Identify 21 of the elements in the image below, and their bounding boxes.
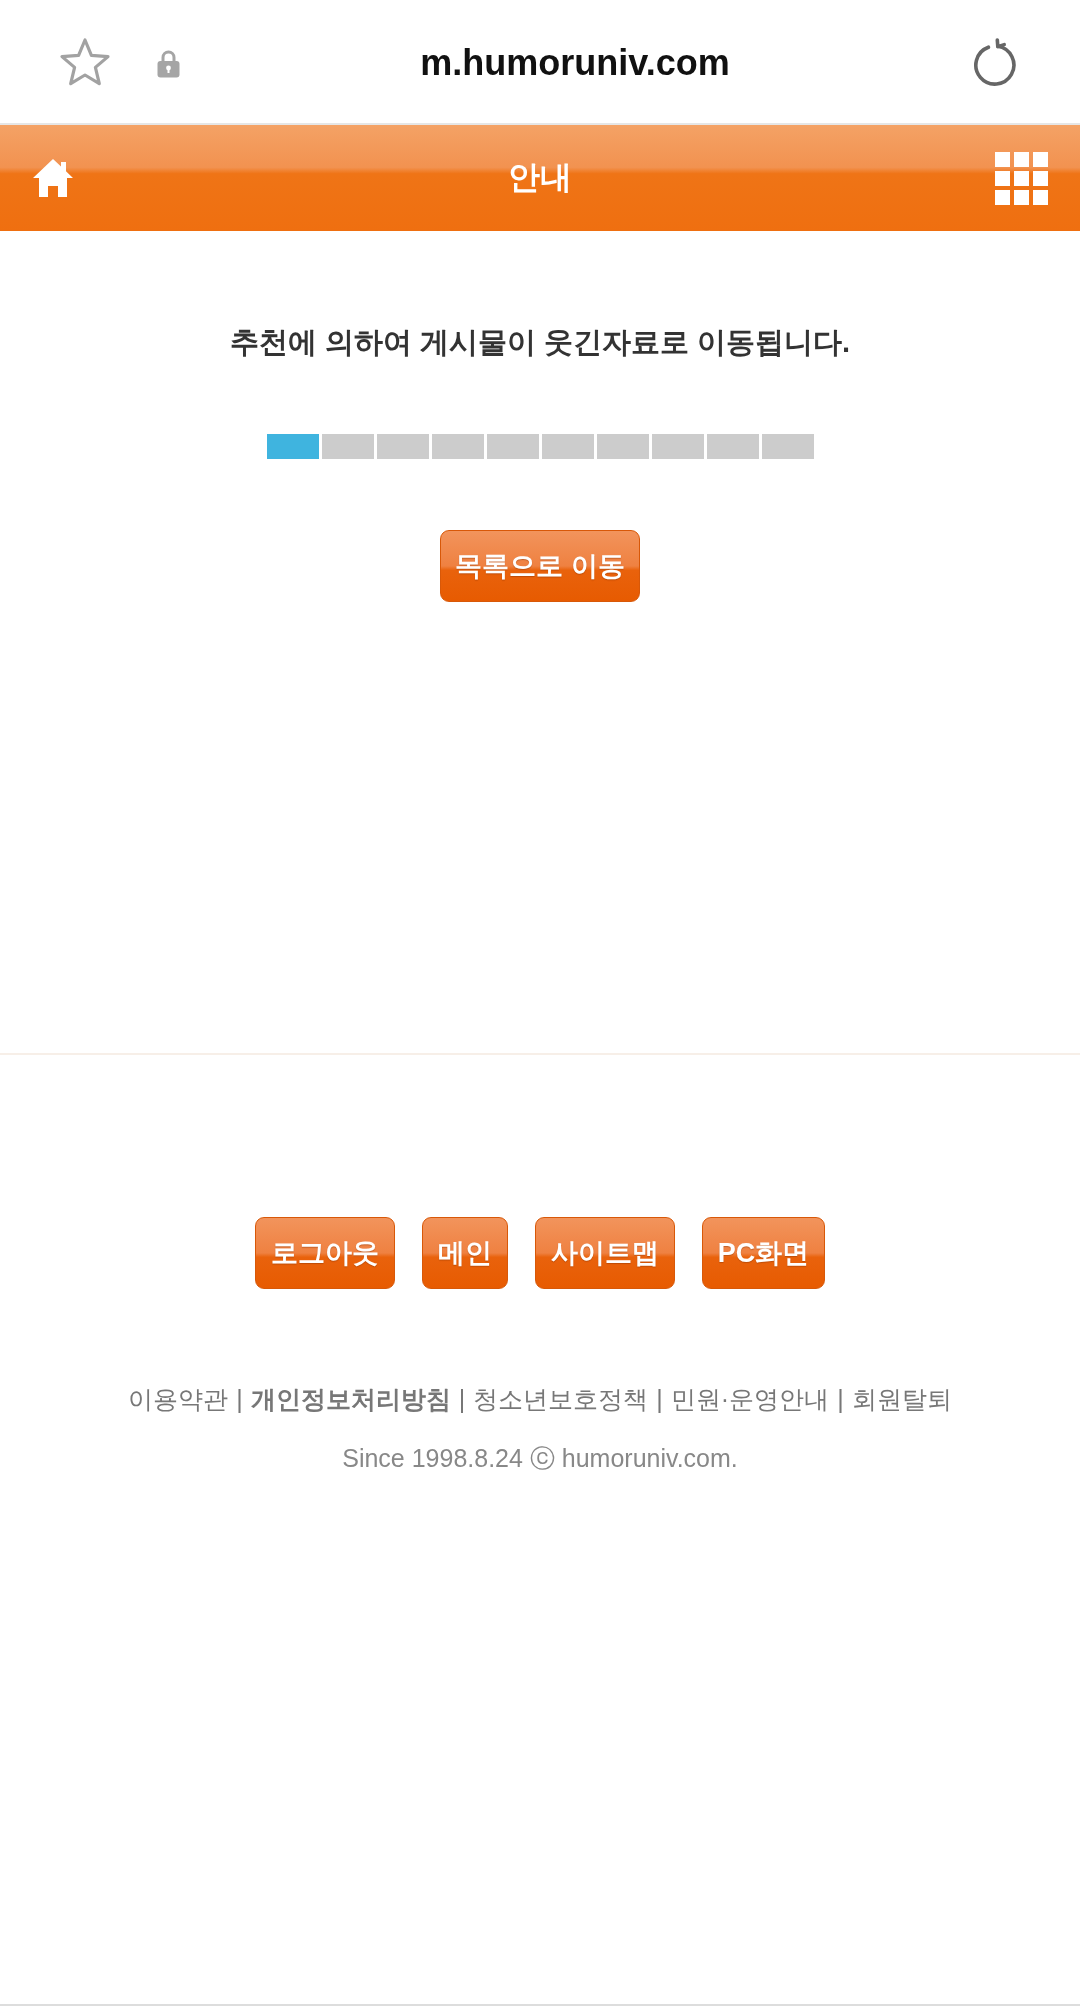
footer-link[interactable]: 민원·운영안내	[670, 1382, 830, 1416]
footer-link[interactable]: 청소년보호정책	[473, 1382, 649, 1416]
footer-link[interactable]: 이용약관	[128, 1382, 229, 1416]
link-separator: |	[656, 1384, 663, 1415]
link-separator: |	[236, 1384, 243, 1415]
footer-button[interactable]: 로그아웃	[254, 1217, 395, 1289]
copyright-text: Since 1998.8.24 ⓒ humoruniv.com.	[342, 1443, 738, 1474]
url-text[interactable]: m.humoruniv.com	[180, 42, 970, 84]
link-separator: |	[837, 1384, 844, 1415]
home-icon[interactable]	[32, 158, 74, 198]
grid-menu-icon[interactable]	[995, 151, 1048, 205]
footer-link[interactable]: 회원탈퇴	[851, 1382, 952, 1416]
header-title: 안내	[507, 158, 573, 197]
notice-message: 추천에 의하여 게시물이 웃긴자료로 이동됩니다.	[229, 325, 851, 360]
footer-link[interactable]: 개인정보처리방침	[250, 1382, 451, 1416]
footer-button[interactable]: PC화면	[701, 1217, 826, 1289]
lock-icon	[157, 48, 180, 78]
footer-button[interactable]: 사이트맵	[534, 1217, 675, 1289]
link-separator: |	[458, 1384, 466, 1415]
footer-button[interactable]: 메인	[421, 1217, 508, 1289]
list-button[interactable]: 목록으로 이동	[440, 530, 640, 602]
